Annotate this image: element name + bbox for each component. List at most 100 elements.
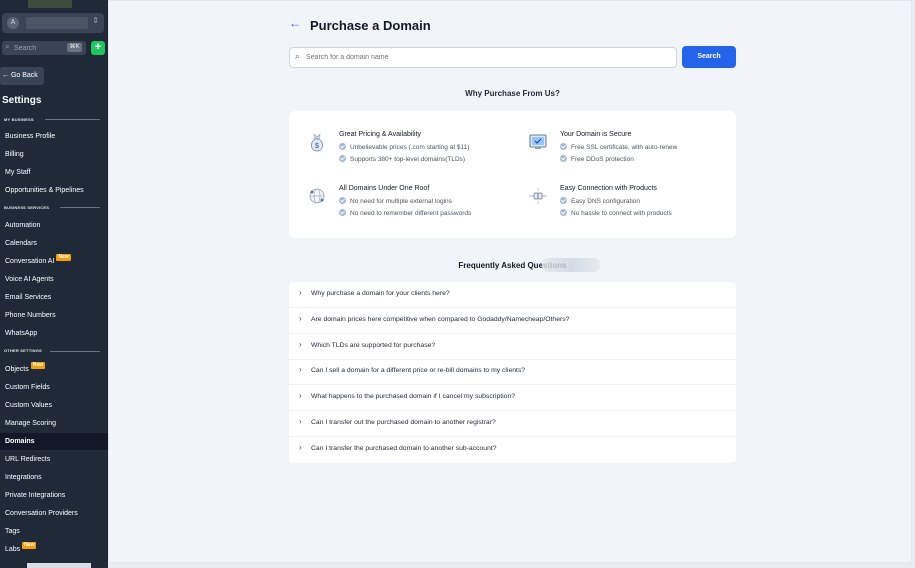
check-icon — [560, 209, 567, 216]
section-divider — [50, 351, 100, 352]
faq-item[interactable]: › What happens to the purchased domain if… — [289, 385, 736, 411]
sidebar-item-labs[interactable]: LabsNew — [0, 541, 108, 558]
faq-item[interactable]: › Are domain prices here competitive when… — [289, 308, 736, 334]
sidebar-item-url-redirects[interactable]: URL Redirects — [0, 451, 108, 468]
feature-point: No hassle to connect with products — [560, 209, 672, 217]
sidebar-item-conversation-providers[interactable]: Conversation Providers — [0, 505, 108, 522]
quick-add-button[interactable]: + — [91, 41, 105, 55]
sidebar-search[interactable]: ⌕ ⌘K — [2, 41, 86, 55]
sidebar-item-phone-numbers[interactable]: Phone Numbers — [0, 307, 108, 324]
faq-item[interactable]: › Which TLDs are supported for purchase? — [289, 334, 736, 360]
sidebar-search-input[interactable] — [14, 42, 54, 54]
check-icon — [339, 209, 346, 216]
search-icon: ⌕ — [295, 51, 301, 61]
faq-question: What happens to the purchased domain if … — [311, 393, 516, 400]
section-my-business: MY BUSINESS — [4, 117, 34, 122]
plug-connection-icon — [529, 188, 547, 204]
sidebar-item-label: Email Services — [5, 294, 52, 301]
sidebar-item-manage-scoring[interactable]: Manage Scoring — [0, 415, 108, 432]
sidebar-item-label: Objects — [5, 366, 29, 373]
faq-item[interactable]: › Why purchase a domain for your clients … — [289, 282, 736, 308]
globe-icon — [309, 188, 325, 204]
back-arrow-icon[interactable]: ← — [289, 16, 301, 30]
sidebar-item-conversation-ai[interactable]: Conversation AINew — [0, 253, 108, 270]
sidebar-item-opportunities-pipelines[interactable]: Opportunities & Pipelines — [0, 182, 108, 199]
new-badge: New — [30, 362, 46, 369]
faq-question: Are domain prices here competitive when … — [311, 316, 570, 323]
keyboard-shortcut-badge: ⌘K — [67, 43, 82, 52]
sidebar-item-private-integrations[interactable]: Private Integrations — [0, 487, 108, 504]
sidebar-item-label: Manage Scoring — [5, 420, 56, 427]
sidebar-item-whatsapp[interactable]: WhatsApp — [0, 325, 108, 342]
faq-question: Why purchase a domain for your clients h… — [311, 290, 450, 297]
feature-point: Free DDoS protection — [560, 155, 634, 163]
check-icon — [339, 155, 346, 162]
sidebar-item-tags[interactable]: Tags — [0, 523, 108, 540]
sidebar-item-label: WhatsApp — [5, 330, 38, 337]
why-purchase-heading: Why Purchase From Us? — [465, 89, 560, 98]
page-title: Purchase a Domain — [310, 18, 431, 33]
sidebar-item-label: Domains — [5, 438, 35, 445]
sidebar-item-integrations[interactable]: Integrations — [0, 469, 108, 486]
chevron-right-icon: › — [299, 340, 302, 349]
sidebar-item-business-profile[interactable]: Business Profile — [0, 128, 108, 145]
sidebar-item-objects[interactable]: ObjectsNew — [0, 361, 108, 378]
sidebar-item-my-staff[interactable]: My Staff — [0, 164, 108, 181]
sidebar-title: Settings — [2, 95, 42, 106]
feature-point: Free SSL certificate, with auto-renew — [560, 143, 677, 151]
sidebar-item-label: Tags — [5, 528, 20, 535]
sidebar-item-label: Voice AI Agents — [5, 276, 54, 283]
section-divider — [60, 207, 100, 208]
sidebar-item-automation[interactable]: Automation — [0, 217, 108, 234]
faq-question: Can I transfer out the purchased domain … — [311, 419, 496, 426]
bottom-strip — [27, 563, 91, 568]
check-icon — [339, 197, 346, 204]
faq-item[interactable]: › Can I sell a domain for a different pri… — [289, 359, 736, 385]
account-switcher[interactable]: A ⇕ — [2, 13, 104, 33]
redacted-blur — [542, 258, 600, 272]
feature-title: Your Domain is Secure — [560, 131, 632, 138]
domain-search-box[interactable]: ⌕ — [289, 47, 677, 68]
domain-search-input[interactable] — [306, 50, 666, 65]
chevron-updown-icon: ⇕ — [92, 16, 99, 25]
chevron-right-icon: › — [299, 288, 302, 297]
features-card: $ Great Pricing & Availability Unbelieva… — [289, 111, 736, 238]
chevron-right-icon: › — [299, 314, 302, 323]
check-icon — [560, 143, 567, 150]
faq-item[interactable]: › Can I transfer the purchased domain to … — [289, 437, 736, 463]
sidebar-item-label: Private Integrations — [5, 492, 66, 499]
feature-point: Unbelievable prices (.com starting at $1… — [339, 143, 469, 151]
sidebar-item-label: Integrations — [5, 474, 42, 481]
sidebar-item-label: Custom Fields — [5, 384, 50, 391]
svg-text:$: $ — [315, 143, 319, 150]
new-badge: New — [22, 542, 37, 549]
sidebar-item-label: Billing — [5, 151, 24, 158]
sidebar-item-voice-ai-agents[interactable]: Voice AI Agents — [0, 271, 108, 288]
go-back-button[interactable]: ← Go Back — [0, 67, 44, 85]
sidebar-item-custom-fields[interactable]: Custom Fields — [0, 379, 108, 396]
feature-point: Easy DNS configuration — [560, 197, 640, 205]
faq-item[interactable]: › Can I transfer out the purchased domain… — [289, 411, 736, 437]
check-icon — [560, 197, 567, 204]
sidebar-item-billing[interactable]: Billing — [0, 146, 108, 163]
sidebar-item-label: Opportunities & Pipelines — [5, 187, 84, 194]
check-icon — [560, 155, 567, 162]
sidebar-item-domains[interactable]: Domains — [0, 433, 108, 450]
sidebar-item-email-services[interactable]: Email Services — [0, 289, 108, 306]
sidebar-item-label: My Staff — [5, 169, 31, 176]
faq-question: Which TLDs are supported for purchase? — [311, 342, 436, 349]
account-icon: A — [7, 17, 19, 29]
sidebar-item-custom-values[interactable]: Custom Values — [0, 397, 108, 414]
feature-point: Supports 380+ top-level domains(TLDs) — [339, 155, 465, 163]
sidebar-item-label: Conversation AI — [5, 258, 55, 265]
top-strip — [28, 0, 72, 8]
section-business-services: BUSINESS SERVICES — [4, 205, 50, 210]
search-button[interactable]: Search — [682, 46, 736, 68]
sidebar-item-label: Phone Numbers — [5, 312, 56, 319]
sidebar-item-label: Business Profile — [5, 133, 56, 140]
section-other-settings: OTHER SETTINGS — [4, 348, 42, 353]
sidebar: A ⇕ ⌕ ⌘K + ← Go Back Settings MY BUSINES… — [0, 0, 108, 568]
new-badge: New — [56, 254, 71, 261]
sidebar-item-calendars[interactable]: Calendars — [0, 235, 108, 252]
faq-list: › Why purchase a domain for your clients … — [289, 282, 736, 463]
